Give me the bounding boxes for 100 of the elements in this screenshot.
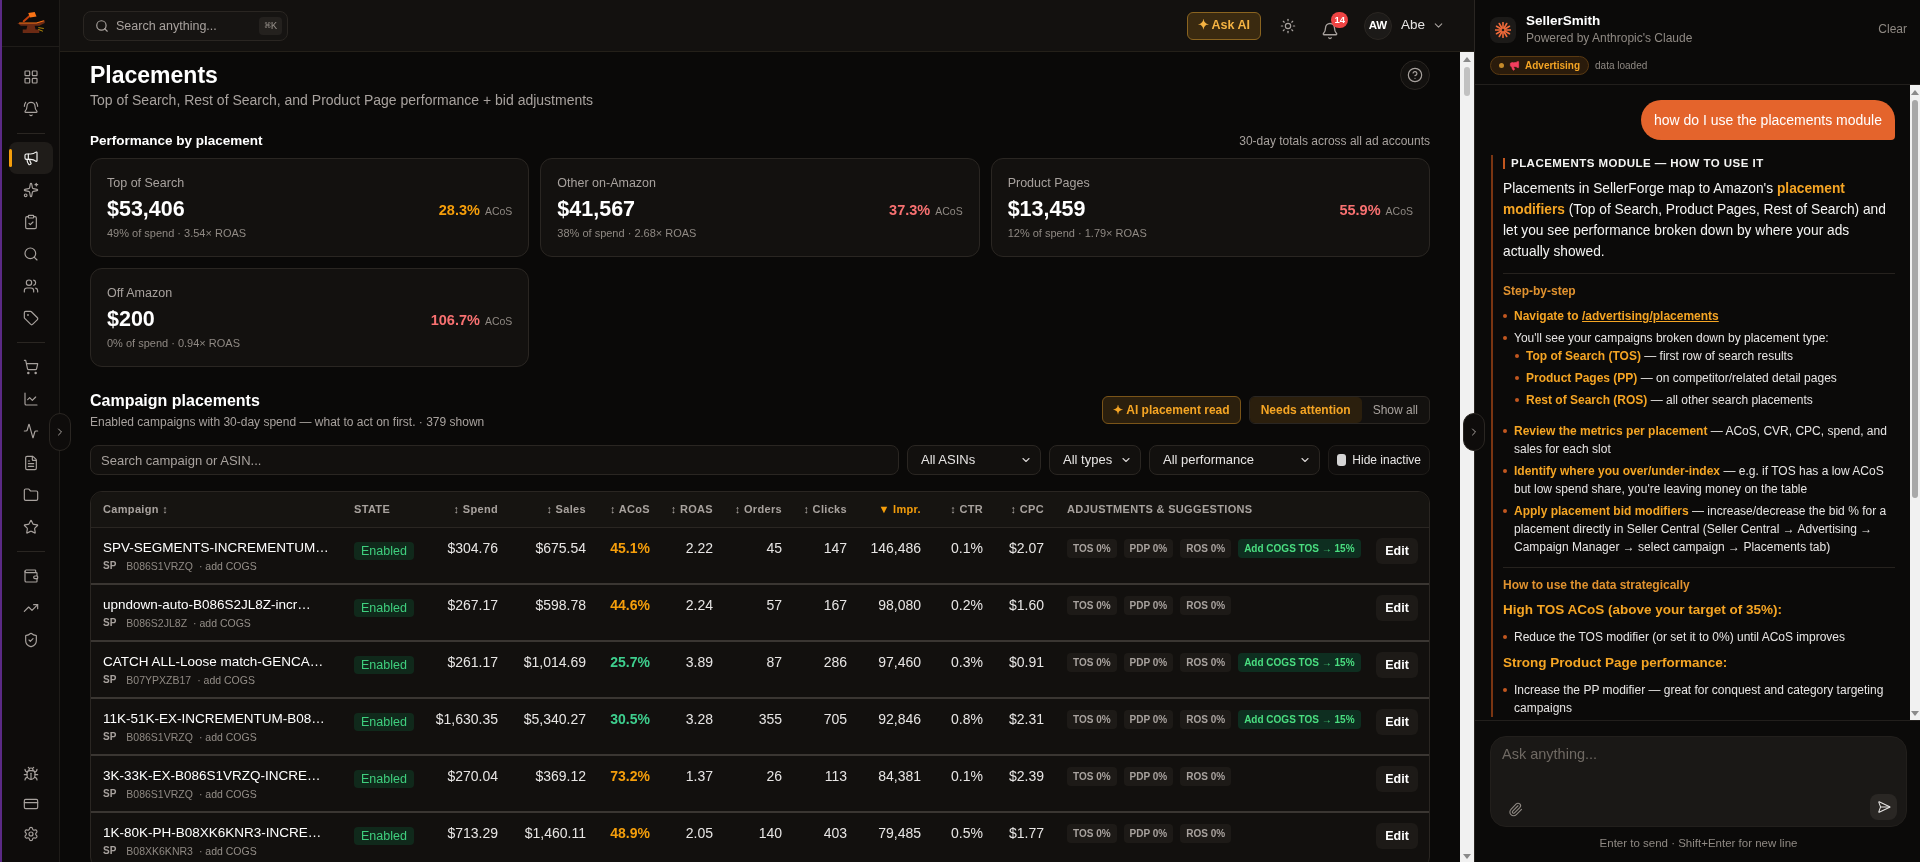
user-name[interactable]: Abe bbox=[1400, 15, 1425, 36]
column-header[interactable]: Campaign ↕ bbox=[103, 501, 354, 518]
adjustment-tag[interactable]: TOS 0% bbox=[1067, 539, 1117, 558]
adjustment-tag[interactable]: TOS 0% bbox=[1067, 653, 1117, 672]
column-header[interactable]: ↕ Sales bbox=[498, 501, 586, 518]
ask-ai-button[interactable]: ✦ Ask AI bbox=[1186, 11, 1261, 40]
checkbox[interactable] bbox=[1337, 454, 1347, 466]
column-header[interactable]: ↕ Orders bbox=[713, 501, 782, 518]
adjustment-tag[interactable]: ROS 0% bbox=[1180, 653, 1232, 672]
scrollbar-thumb[interactable] bbox=[1464, 67, 1470, 96]
column-header[interactable]: ↕ ROAS bbox=[650, 501, 713, 518]
send-button[interactable] bbox=[1870, 794, 1897, 820]
acos-value: 28.3% bbox=[438, 201, 480, 221]
scroll-down-icon[interactable] bbox=[1463, 854, 1471, 859]
theme-toggle-button[interactable] bbox=[1278, 16, 1297, 35]
scrollbar[interactable] bbox=[1910, 85, 1920, 720]
adjustment-tag[interactable]: ROS 0% bbox=[1180, 596, 1232, 615]
campaign-search-field[interactable]: Search campaign or ASIN... bbox=[90, 445, 899, 475]
campaign-type: SP bbox=[103, 559, 117, 573]
edit-button[interactable]: Edit bbox=[1376, 823, 1418, 849]
adjustment-tag[interactable]: PDP 0% bbox=[1123, 824, 1174, 843]
acos-cell-text: 25.7% bbox=[609, 653, 650, 672]
campaign-name[interactable]: upndown-auto-B086S2JL8Z-incr… bbox=[103, 595, 354, 615]
collapse-panel-button[interactable] bbox=[1463, 413, 1485, 451]
adjustment-tag[interactable]: TOS 0% bbox=[1067, 824, 1117, 843]
column-header[interactable]: ▼ Impr. bbox=[847, 501, 921, 518]
list-item-text: Rest of Search (ROS) — all other search placements bbox=[1526, 392, 1813, 409]
table-cell-text: 26 bbox=[765, 767, 782, 786]
filter-select[interactable]: All ASINs bbox=[907, 445, 1041, 475]
campaign-name[interactable]: CATCH ALL-Loose match-GENCA… bbox=[103, 652, 354, 672]
campaign-name[interactable]: SPV-SEGMENTS-INCREMENTUM… bbox=[103, 538, 354, 558]
card-label: Off Amazon bbox=[107, 285, 174, 301]
filter-select[interactable]: All types bbox=[1049, 445, 1141, 475]
campaign-name[interactable]: 3K-33K-EX-B086S1VRZQ-INCRE… bbox=[103, 766, 354, 786]
filter-select[interactable]: All performance bbox=[1149, 445, 1320, 475]
user-avatar[interactable]: AW bbox=[1363, 11, 1392, 40]
notification-count: 14 bbox=[1331, 11, 1348, 28]
attach-button[interactable] bbox=[1507, 801, 1523, 817]
edit-button[interactable]: Edit bbox=[1376, 709, 1418, 735]
edit-button[interactable]: Edit bbox=[1376, 538, 1418, 564]
column-header[interactable]: ↕ CTR bbox=[921, 501, 983, 518]
adjustment-tag[interactable]: TOS 0% bbox=[1067, 710, 1117, 729]
toggle-option[interactable]: Needs attention bbox=[1249, 397, 1362, 423]
edit-button[interactable]: Edit bbox=[1376, 595, 1418, 621]
section-title: Performance by placement bbox=[90, 131, 263, 150]
column-header[interactable]: ↕ Clicks bbox=[782, 501, 847, 518]
clear-button[interactable]: Clear bbox=[1878, 20, 1907, 38]
adjustment-tag[interactable]: TOS 0% bbox=[1067, 596, 1117, 615]
bullet-icon bbox=[1503, 336, 1507, 340]
toggle-option[interactable]: Show all bbox=[1361, 397, 1429, 423]
add-cogs-link[interactable]: · add COGS bbox=[193, 616, 251, 630]
scroll-up-icon[interactable] bbox=[1911, 90, 1919, 95]
section-label: How to use the data strategically bbox=[1503, 577, 1691, 593]
list-item-text: Top of Search (TOS) — first row of search results bbox=[1526, 348, 1793, 365]
add-cogs-link[interactable]: · add COGS bbox=[198, 559, 257, 573]
add-cogs-link[interactable]: · add COGS bbox=[198, 844, 257, 858]
column-header[interactable]: ↕ ACoS bbox=[586, 501, 650, 518]
column-header[interactable]: ↕ CPC bbox=[983, 501, 1044, 518]
help-button[interactable] bbox=[1400, 60, 1430, 90]
add-cogs-link[interactable]: · add COGS bbox=[198, 787, 257, 801]
table-cell-text: 147 bbox=[822, 539, 847, 558]
adjustment-tag[interactable]: PDP 0% bbox=[1123, 596, 1174, 615]
sidebar-item[interactable] bbox=[8, 142, 53, 174]
campaign-name[interactable]: 11K-51K-EX-INCREMENTUM-B08… bbox=[103, 709, 354, 729]
edit-button[interactable]: Edit bbox=[1376, 766, 1418, 792]
card-detail: 12% of spend · 1.79× ROAS bbox=[1007, 226, 1147, 241]
suggestion-tag[interactable]: Add COGS TOS → 15% bbox=[1238, 653, 1361, 672]
page-link[interactable]: /advertising/placements bbox=[1582, 309, 1719, 323]
adjustment-tag[interactable]: ROS 0% bbox=[1180, 824, 1232, 843]
add-cogs-link[interactable]: · add COGS bbox=[197, 673, 255, 687]
card-detail: 0% of spend · 0.94× ROAS bbox=[107, 336, 240, 351]
scrollbar[interactable] bbox=[1460, 52, 1474, 862]
column-header: STATE bbox=[354, 502, 392, 518]
adjustment-tag[interactable]: ROS 0% bbox=[1180, 710, 1232, 729]
adjustment-tag[interactable]: PDP 0% bbox=[1123, 767, 1174, 786]
scroll-up-icon[interactable] bbox=[1463, 57, 1471, 62]
notifications-button[interactable]: 14 bbox=[1320, 11, 1348, 40]
adjustment-tag[interactable]: PDP 0% bbox=[1123, 539, 1174, 558]
adjustment-tag[interactable]: PDP 0% bbox=[1123, 653, 1174, 672]
table-cell-text: $369.12 bbox=[534, 767, 586, 786]
adjustment-tag[interactable]: TOS 0% bbox=[1067, 767, 1117, 786]
adjustment-tag[interactable]: PDP 0% bbox=[1123, 710, 1174, 729]
campaign-name[interactable]: 1K-80K-PH-B08XK6KNR3-INCRE… bbox=[103, 823, 354, 843]
scrollbar-thumb[interactable] bbox=[1912, 100, 1918, 498]
grid-icon bbox=[22, 69, 39, 85]
paperclip-icon bbox=[1507, 801, 1523, 817]
tag-icon bbox=[22, 310, 39, 326]
adjustment-tag[interactable]: ROS 0% bbox=[1180, 767, 1232, 786]
table-cell-text: 98,080 bbox=[877, 596, 921, 615]
message-input[interactable]: Ask anything... bbox=[1490, 736, 1907, 827]
ai-placement-read-button[interactable]: ✦ AI placement read bbox=[1102, 396, 1241, 424]
adjustment-tag[interactable]: ROS 0% bbox=[1180, 539, 1232, 558]
scroll-down-icon[interactable] bbox=[1911, 711, 1919, 716]
section-subtitle: Enabled campaigns with 30-day spend — what to act on first. · 379 shown bbox=[90, 414, 485, 431]
edit-button[interactable]: Edit bbox=[1376, 652, 1418, 678]
add-cogs-link[interactable]: · add COGS bbox=[198, 730, 257, 744]
anvil-logo-icon[interactable] bbox=[15, 12, 46, 34]
suggestion-tag[interactable]: Add COGS TOS → 15% bbox=[1238, 539, 1361, 558]
column-header[interactable]: ↕ Spend bbox=[431, 501, 498, 518]
suggestion-tag[interactable]: Add COGS TOS → 15% bbox=[1238, 710, 1361, 729]
